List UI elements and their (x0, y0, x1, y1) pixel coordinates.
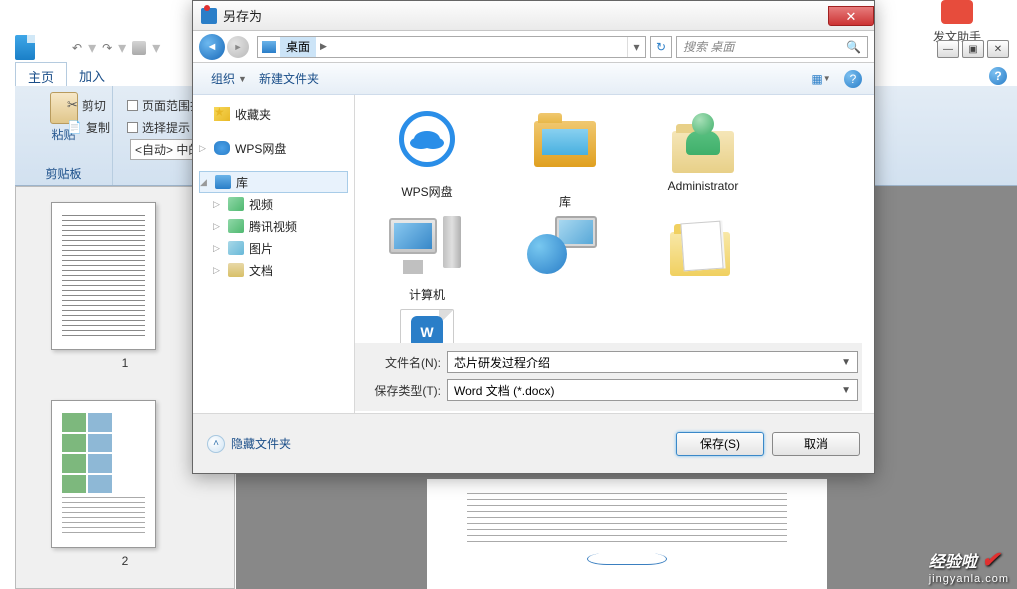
address-dropdown[interactable]: ▾ (627, 37, 645, 57)
page-number-1: 1 (51, 356, 199, 370)
video-icon (228, 219, 244, 233)
tab-home[interactable]: 主页 (15, 62, 67, 87)
filetype-select[interactable]: Word 文档 (*.docx)▼ (447, 379, 858, 401)
dialog-app-icon (201, 8, 217, 24)
network-icon (527, 214, 599, 280)
star-icon (214, 107, 230, 121)
file-folder[interactable] (649, 214, 757, 303)
assistant-icon (941, 0, 973, 24)
cut-button[interactable]: 剪切 (82, 97, 106, 114)
file-wps-cloud[interactable]: WPS网盘 (373, 107, 481, 210)
tab-add[interactable]: 加入 (67, 62, 117, 87)
cancel-button[interactable]: 取消 (772, 432, 860, 456)
maximize-button[interactable]: ▣ (962, 40, 984, 58)
folder-icon (670, 220, 736, 276)
file-library[interactable]: 库 (511, 107, 619, 210)
tree-video[interactable]: ▷视频 (199, 193, 348, 215)
copy-icon: 📄 (67, 120, 82, 134)
address-segment-desktop[interactable]: 桌面 (280, 37, 316, 57)
tree-favorites[interactable]: 收藏夹 (199, 103, 348, 125)
search-input[interactable]: 搜索 桌面 🔍 (676, 36, 868, 58)
dialog-close-button[interactable]: ✕ (828, 6, 874, 26)
computer-icon (389, 214, 461, 280)
nav-back-button[interactable] (199, 34, 225, 60)
save-as-dialog: 另存为 ✕ 桌面 ▶ ▾ ↻ 搜索 桌面 🔍 组织 ▼ 新建文件夹 ▦▼ ? 收… (192, 0, 875, 474)
user-folder-icon (672, 107, 734, 173)
file-computer[interactable]: 计算机 (373, 214, 481, 303)
picture-icon (228, 241, 244, 255)
assistant-widget[interactable]: 发文助手 (912, 0, 1002, 45)
clipboard-group-label: 剪贴板 (15, 165, 112, 182)
select-hint-label: 选择提示 (142, 119, 190, 136)
file-administrator[interactable]: Administrator (649, 107, 757, 210)
document-page (427, 479, 827, 589)
tree-library[interactable]: ◢库 (199, 171, 348, 193)
video-icon (228, 197, 244, 211)
tree-wps-cloud[interactable]: ▷WPS网盘 (199, 137, 348, 159)
dialog-help-icon[interactable]: ? (844, 70, 862, 88)
cloud-large-icon (399, 111, 455, 167)
cloud-icon (214, 141, 230, 155)
search-icon: 🔍 (846, 40, 861, 54)
page-thumbnail-1[interactable] (51, 202, 156, 350)
tree-pictures[interactable]: ▷图片 (199, 237, 348, 259)
dialog-footer: ˄ 隐藏文件夹 保存(S) 取消 (193, 413, 874, 473)
dialog-nav: 桌面 ▶ ▾ ↻ 搜索 桌面 🔍 (193, 31, 874, 63)
new-folder-button[interactable]: 新建文件夹 (253, 67, 325, 90)
filename-label: 文件名(N): (359, 354, 447, 371)
watermark: 经验啦 ✔ jingyanla.com (929, 547, 1009, 585)
filetype-label: 保存类型(T): (359, 382, 447, 399)
minimize-button[interactable]: — (937, 40, 959, 58)
dialog-titlebar[interactable]: 另存为 ✕ (193, 1, 874, 31)
tree-documents[interactable]: ▷文档 (199, 259, 348, 281)
copy-button[interactable]: 复制 (86, 119, 110, 136)
help-icon[interactable]: ? (989, 67, 1007, 85)
save-button[interactable]: 保存(S) (676, 432, 764, 456)
document-icon (228, 263, 244, 277)
refresh-button[interactable]: ↻ (650, 36, 672, 58)
desktop-icon (262, 41, 276, 53)
page-thumbnail-2[interactable] (51, 400, 156, 548)
file-network[interactable] (511, 214, 619, 303)
chevron-right-icon[interactable]: ▶ (316, 41, 331, 52)
nav-forward-button[interactable] (227, 36, 249, 58)
close-button[interactable]: ✕ (987, 40, 1009, 58)
library-icon (215, 175, 231, 189)
filename-input[interactable]: 芯片研发过程介绍▼ (447, 351, 858, 373)
dialog-fields: 文件名(N): 芯片研发过程介绍▼ 保存类型(T): Word 文档 (*.do… (355, 343, 862, 411)
undo-button[interactable]: ↶ (72, 41, 82, 55)
ribbon-tabs: 主页 加入 (15, 62, 117, 87)
search-placeholder: 搜索 桌面 (683, 38, 734, 55)
view-mode-button[interactable]: ▦▼ (806, 69, 836, 89)
address-bar[interactable]: 桌面 ▶ ▾ (257, 36, 646, 58)
folder-tree[interactable]: 收藏夹 ▷WPS网盘 ◢库 ▷视频 ▷腾讯视频 ▷图片 ▷文档 (193, 95, 355, 413)
tree-tencent-video[interactable]: ▷腾讯视频 (199, 215, 348, 237)
dialog-title: 另存为 (223, 6, 262, 25)
page-number-2: 2 (51, 554, 199, 568)
scissors-icon: ✂ (67, 97, 78, 113)
redo-button[interactable]: ↷ (102, 41, 112, 55)
app-icon (15, 35, 35, 60)
window-controls: — ▣ ✕ (937, 40, 1009, 58)
page-range-checkbox[interactable] (127, 100, 138, 111)
select-hint-checkbox[interactable] (127, 122, 138, 133)
save-icon[interactable] (132, 41, 146, 55)
chevron-up-icon: ˄ (207, 435, 225, 453)
organize-button[interactable]: 组织 ▼ (205, 67, 253, 90)
hide-folders-toggle[interactable]: ˄ 隐藏文件夹 (207, 435, 291, 453)
library-large-icon (534, 121, 596, 167)
quick-access-toolbar: ↶ ▾ ↷ ▾ ▾ (15, 35, 160, 60)
dialog-toolbar: 组织 ▼ 新建文件夹 ▦▼ ? (193, 63, 874, 95)
